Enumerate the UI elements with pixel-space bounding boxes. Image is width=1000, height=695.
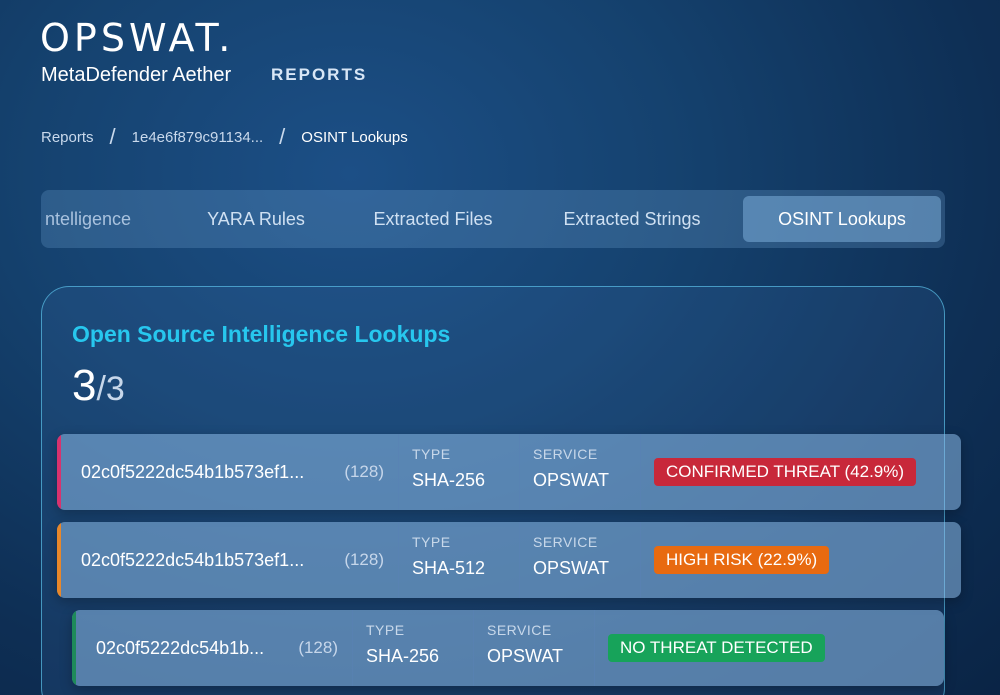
verdict-badge: CONFIRMED THREAT (42.9%)	[654, 458, 917, 486]
section-label-reports[interactable]: REPORTS	[271, 65, 367, 85]
service-label: SERVICE	[487, 622, 552, 638]
verdict-badge: HIGH RISK (22.9%)	[654, 546, 830, 574]
hash-value: 02c0f5222dc54b1b573ef1...	[81, 549, 305, 570]
type-value: SHA-256	[412, 470, 486, 490]
hash-value: 02c0f5222dc54b1b...	[96, 637, 265, 658]
lookup-row[interactable]: 02c0f5222dc54b1b573ef1... (128) TYPE SHA…	[57, 434, 961, 510]
lookup-row[interactable]: 02c0f5222dc54b1b... (128) TYPE SHA-256 S…	[72, 610, 944, 686]
verdict-cell: NO THREAT DETECTED	[594, 610, 944, 686]
tab-extracted-strings[interactable]: Extracted Strings	[525, 196, 739, 242]
opswat-logo[interactable]: OPSWAT.	[40, 16, 234, 60]
hash-length: (128)	[298, 638, 338, 657]
hash-length: (128)	[344, 550, 384, 569]
service-label: SERVICE	[533, 446, 598, 462]
service-column: SERVICE OPSWAT	[519, 434, 640, 510]
service-label: SERVICE	[533, 534, 598, 550]
tab-yara-rules[interactable]: YARA Rules	[171, 196, 341, 242]
type-column: TYPE SHA-256	[398, 434, 519, 510]
tab-intelligence[interactable]: ntelligence	[41, 196, 171, 242]
breadcrumb-reports-link[interactable]: Reports	[41, 129, 94, 146]
card-title: Open Source Intelligence Lookups	[72, 321, 451, 347]
service-column: SERVICE OPSWAT	[519, 522, 640, 598]
verdict-badge: NO THREAT DETECTED	[608, 634, 825, 662]
lookup-row[interactable]: 02c0f5222dc54b1b573ef1... (128) TYPE SHA…	[57, 522, 961, 598]
lookup-count-value: 3	[72, 361, 97, 410]
hash-cell: 02c0f5222dc54b1b... (128)	[76, 610, 352, 686]
type-value: SHA-256	[366, 646, 440, 666]
service-value: OPSWAT	[533, 470, 609, 490]
lookup-count-total: /3	[96, 370, 125, 408]
type-column: TYPE SHA-256	[352, 610, 473, 686]
lookup-count: 3/3	[72, 361, 125, 411]
verdict-cell: HIGH RISK (22.9%)	[640, 522, 961, 598]
hash-cell: 02c0f5222dc54b1b573ef1... (128)	[61, 522, 398, 598]
breadcrumb: Reports / 1e4e6f879c91134... / OSINT Loo…	[41, 124, 408, 150]
type-label: TYPE	[412, 534, 451, 550]
hash-length: (128)	[344, 462, 384, 481]
service-value: OPSWAT	[533, 558, 609, 578]
breadcrumb-report-id-link[interactable]: 1e4e6f879c91134...	[132, 129, 264, 146]
hash-cell: 02c0f5222dc54b1b573ef1... (128)	[61, 434, 398, 510]
type-value: SHA-512	[412, 558, 486, 578]
hash-value: 02c0f5222dc54b1b573ef1...	[81, 461, 305, 482]
tab-osint-lookups[interactable]: OSINT Lookups	[743, 196, 941, 242]
type-label: TYPE	[412, 446, 451, 462]
service-value: OPSWAT	[487, 646, 563, 666]
breadcrumb-separator: /	[279, 124, 286, 149]
product-name: MetaDefender Aether	[41, 64, 232, 86]
service-column: SERVICE OPSWAT	[473, 610, 594, 686]
type-label: TYPE	[366, 622, 405, 638]
breadcrumb-separator: /	[109, 124, 116, 149]
report-tabs: ntelligence YARA Rules Extracted Files E…	[41, 190, 945, 248]
verdict-cell: CONFIRMED THREAT (42.9%)	[640, 434, 961, 510]
breadcrumb-current: OSINT Lookups	[301, 128, 408, 146]
type-column: TYPE SHA-512	[398, 522, 519, 598]
tab-extracted-files[interactable]: Extracted Files	[341, 196, 525, 242]
